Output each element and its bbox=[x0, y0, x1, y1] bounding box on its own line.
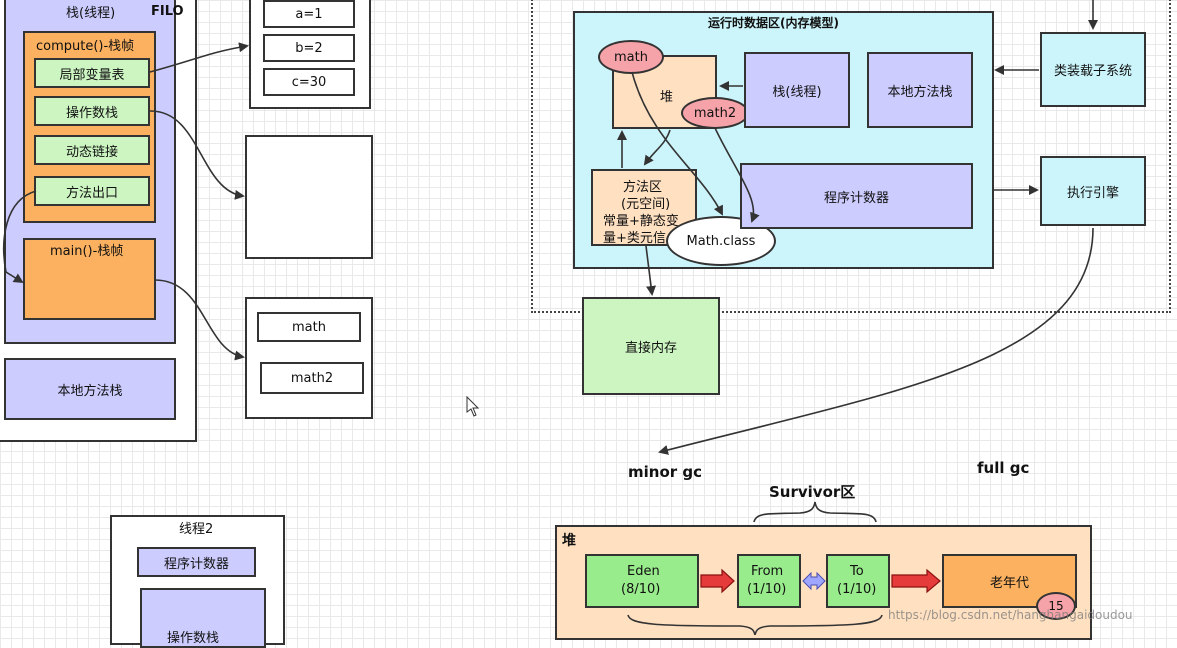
connector-lines bbox=[3, 0, 1098, 635]
young-brace bbox=[627, 614, 883, 635]
survivor-brace bbox=[753, 501, 877, 523]
arrow-operand bbox=[149, 110, 245, 200]
arrow-main-refs bbox=[154, 279, 245, 361]
arrow-to-old bbox=[891, 568, 941, 594]
arrow-math2-class bbox=[714, 127, 760, 223]
arrow-heap-method bbox=[643, 129, 671, 166]
arrow-method-direct bbox=[645, 245, 656, 296]
arrow-eden-from bbox=[700, 568, 735, 594]
mouse-cursor-icon bbox=[466, 395, 480, 417]
arrow-locals bbox=[149, 42, 249, 73]
arrow-engine-minorgc bbox=[658, 227, 1094, 455]
arrow-math-class bbox=[631, 71, 723, 216]
arrow-from-to bbox=[802, 571, 826, 591]
arrow-exit bbox=[3, 190, 37, 284]
